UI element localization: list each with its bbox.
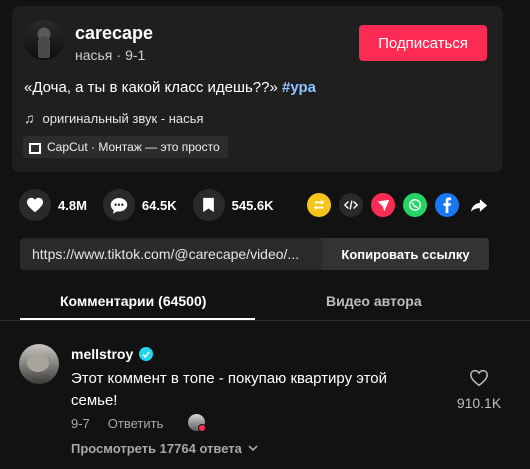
- video-info-card: carecape насья · 9-1 Подписаться «Доча, а …: [12, 6, 503, 172]
- save-action[interactable]: 545.6K: [192, 189, 274, 221]
- author-avatar[interactable]: [24, 20, 64, 60]
- save-count: 545.6K: [231, 197, 274, 213]
- view-replies-button[interactable]: Просмотреть 17764 ответа: [71, 441, 258, 456]
- capcut-icon: [29, 142, 41, 154]
- copy-link-button[interactable]: Копировать ссылку: [322, 238, 489, 270]
- comment-action[interactable]: 64.5K: [102, 189, 177, 221]
- tab-author-videos[interactable]: Видео автора: [326, 293, 422, 309]
- whatsapp-icon[interactable]: [403, 193, 427, 217]
- heart-outline-icon[interactable]: [469, 369, 489, 387]
- creator-heart-icon: [198, 424, 206, 432]
- view-replies-label: Просмотреть 17764 ответа: [71, 441, 242, 456]
- commenter-avatar[interactable]: [19, 344, 59, 384]
- comment-count: 64.5K: [141, 197, 177, 213]
- share-arrow-icon[interactable]: [467, 193, 491, 217]
- comment-like[interactable]: 910.1K: [451, 369, 507, 411]
- author-meta: насья · 9-1: [75, 47, 146, 63]
- bookmark-icon[interactable]: [192, 189, 225, 221]
- sound-label: оригинальный звук - насья: [42, 110, 204, 126]
- comment-icon[interactable]: [102, 189, 135, 221]
- commenter-username[interactable]: mellstroy: [71, 346, 133, 362]
- comment-meta: 9-7 Ответить: [71, 416, 163, 431]
- tab-comments[interactable]: Комментарии (64500): [60, 293, 206, 309]
- active-tab-indicator: [20, 318, 255, 320]
- tab-bar: Комментарии (64500) Видео автора: [0, 287, 530, 321]
- video-link[interactable]: https://www.tiktok.com/@carecape/video/.…: [32, 246, 317, 262]
- reply-button[interactable]: Ответить: [108, 416, 164, 431]
- comment-text: Этот коммент в топе - покупаю квартиру э…: [71, 370, 388, 409]
- action-bar: 4.8M 64.5K 545.6K: [19, 188, 288, 222]
- post-date: 9-1: [125, 47, 146, 63]
- facebook-icon[interactable]: [435, 193, 459, 217]
- music-note-icon: ♫: [24, 110, 35, 126]
- verified-badge-icon: [139, 347, 154, 361]
- like-count: 4.8M: [58, 197, 87, 213]
- comment-date: 9-7: [71, 416, 90, 431]
- heart-icon[interactable]: [19, 189, 51, 221]
- share-link-bar: https://www.tiktok.com/@carecape/video/.…: [20, 238, 489, 270]
- capcut-anchor[interactable]: CapCut · Монтаж — это просто: [23, 136, 228, 158]
- sound-link[interactable]: ♫ оригинальный звук - насья: [24, 110, 203, 126]
- repost-icon[interactable]: [307, 193, 331, 217]
- follow-button[interactable]: Подписаться: [359, 25, 487, 61]
- comment-like-count: 910.1K: [456, 395, 502, 411]
- description-text: «Доча, а ты в какой класс идешь??»: [24, 79, 278, 96]
- author-username[interactable]: carecape: [75, 23, 153, 44]
- capcut-label: CapCut · Монтаж — это просто: [47, 140, 220, 154]
- like-action[interactable]: 4.8M: [19, 189, 87, 221]
- commenter-name-row: mellstroy: [71, 346, 154, 362]
- hashtag-link[interactable]: #ура: [282, 79, 316, 96]
- video-description: «Доча, а ты в какой класс идешь??» #ура: [24, 79, 316, 96]
- send-icon[interactable]: [371, 193, 395, 217]
- author-nickname: насья: [75, 47, 113, 63]
- embed-icon[interactable]: [339, 193, 363, 217]
- chevron-down-icon: [248, 445, 258, 452]
